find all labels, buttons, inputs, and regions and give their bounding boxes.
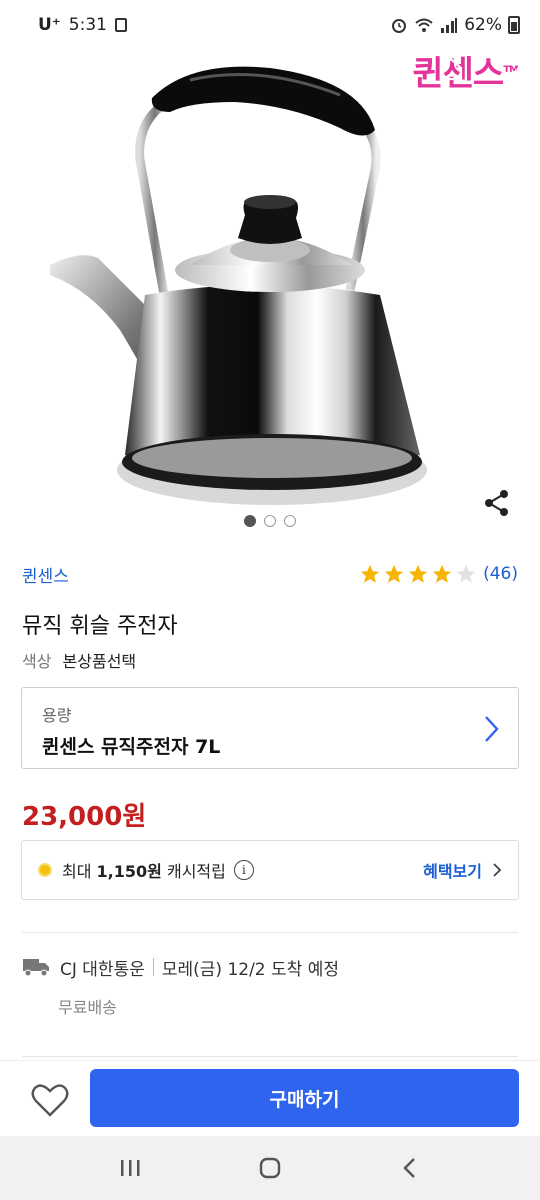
- chevron-left-icon: [24, 59, 39, 85]
- benefit-link-label: 혜택보기: [423, 862, 482, 881]
- back-button[interactable]: [14, 54, 50, 90]
- status-bar: U⁺ 5:31 62%: [0, 0, 540, 50]
- cashback-suffix: 캐시적립: [166, 862, 226, 881]
- signal-icon: [441, 18, 458, 33]
- carousel-dot-1[interactable]: [244, 515, 256, 527]
- star-filled-icon: [384, 564, 404, 583]
- separator: [152, 958, 154, 976]
- star-empty-icon: [456, 564, 476, 583]
- search-icon[interactable]: [382, 56, 408, 82]
- chevron-right-icon: [493, 863, 502, 877]
- wishlist-button[interactable]: [30, 1081, 70, 1119]
- brand-link[interactable]: 퀸센스: [22, 562, 69, 587]
- alarm-icon: [392, 19, 407, 33]
- option-label: 용량: [42, 706, 72, 725]
- home-circle-icon: [259, 1157, 281, 1179]
- share-button[interactable]: [482, 488, 512, 518]
- carousel-dots[interactable]: [0, 515, 540, 527]
- share-icon: [485, 490, 508, 516]
- home-button[interactable]: [250, 1148, 290, 1188]
- shipping-eta: 모레(금) 12/2 도착 예정: [161, 959, 339, 980]
- heart-icon: [31, 1084, 69, 1117]
- brand-rating-row: 퀸센스 (46): [22, 560, 518, 588]
- cashback-text: 최대 1,150원 캐시적립: [62, 858, 226, 882]
- carousel-dot-2[interactable]: [264, 515, 276, 527]
- color-value: 본상품선택: [62, 652, 137, 671]
- chevron-right-icon: [485, 716, 499, 742]
- clock: 5:31: [68, 15, 107, 35]
- wifi-icon: [415, 18, 433, 32]
- option-selector[interactable]: 용량 퀸센스 뮤직주전자 7L: [21, 687, 519, 769]
- battery-percent: 62%: [464, 15, 502, 35]
- color-label: 색상: [22, 652, 52, 671]
- product-title: 뮤직 휘슬 주전자: [22, 614, 178, 639]
- product-image-carousel[interactable]: U⁺ 5:31 62% 퀸센스TM: [0, 0, 540, 540]
- benefit-link[interactable]: 혜택보기: [423, 858, 502, 882]
- back-system-button[interactable]: [390, 1148, 430, 1188]
- battery-icon: [508, 16, 520, 34]
- star-filled-icon: [408, 564, 428, 583]
- purchase-bar: 구매하기: [0, 1060, 540, 1136]
- system-nav-bar: [0, 1136, 540, 1200]
- kettle-product-image: [50, 66, 427, 505]
- shipping-carrier: CJ 대한통운: [60, 959, 145, 980]
- price: 23,000원: [22, 802, 147, 832]
- recent-apps-icon: [121, 1160, 140, 1176]
- chevron-left-icon: [403, 1158, 415, 1178]
- rating[interactable]: (46): [359, 563, 518, 585]
- home-icon[interactable]: [438, 56, 464, 82]
- star-filled-icon: [360, 564, 380, 583]
- color-row: 색상 본상품선택: [22, 648, 136, 672]
- rating-count[interactable]: (46): [483, 564, 518, 584]
- recent-apps-button[interactable]: [110, 1148, 150, 1188]
- buy-button[interactable]: 구매하기: [90, 1069, 519, 1127]
- cashback-prefix: 최대: [62, 862, 92, 881]
- notification-icon: [114, 18, 127, 32]
- top-nav: 퀸센스TM: [0, 50, 540, 96]
- star-filled-icon: [432, 564, 452, 583]
- shipping-fee: 무료배송: [58, 998, 117, 1017]
- nav-icons: [382, 56, 522, 82]
- coin-icon: [38, 863, 52, 877]
- divider: [22, 932, 518, 933]
- cashback-box[interactable]: 최대 1,150원 캐시적립 i 혜택보기: [21, 840, 519, 900]
- info-icon[interactable]: i: [233, 860, 254, 880]
- option-value: 퀸센스 뮤직주전자 7L: [42, 736, 221, 758]
- carousel-dot-3[interactable]: [284, 515, 296, 527]
- divider: [22, 1056, 518, 1057]
- carrier-label: U⁺: [38, 15, 61, 35]
- shipping-row: CJ 대한통운 모레(금) 12/2 도착 예정: [22, 954, 339, 980]
- cashback-amount: 1,150원: [96, 862, 162, 881]
- truck-icon: [23, 959, 49, 977]
- cart-icon[interactable]: [494, 56, 522, 82]
